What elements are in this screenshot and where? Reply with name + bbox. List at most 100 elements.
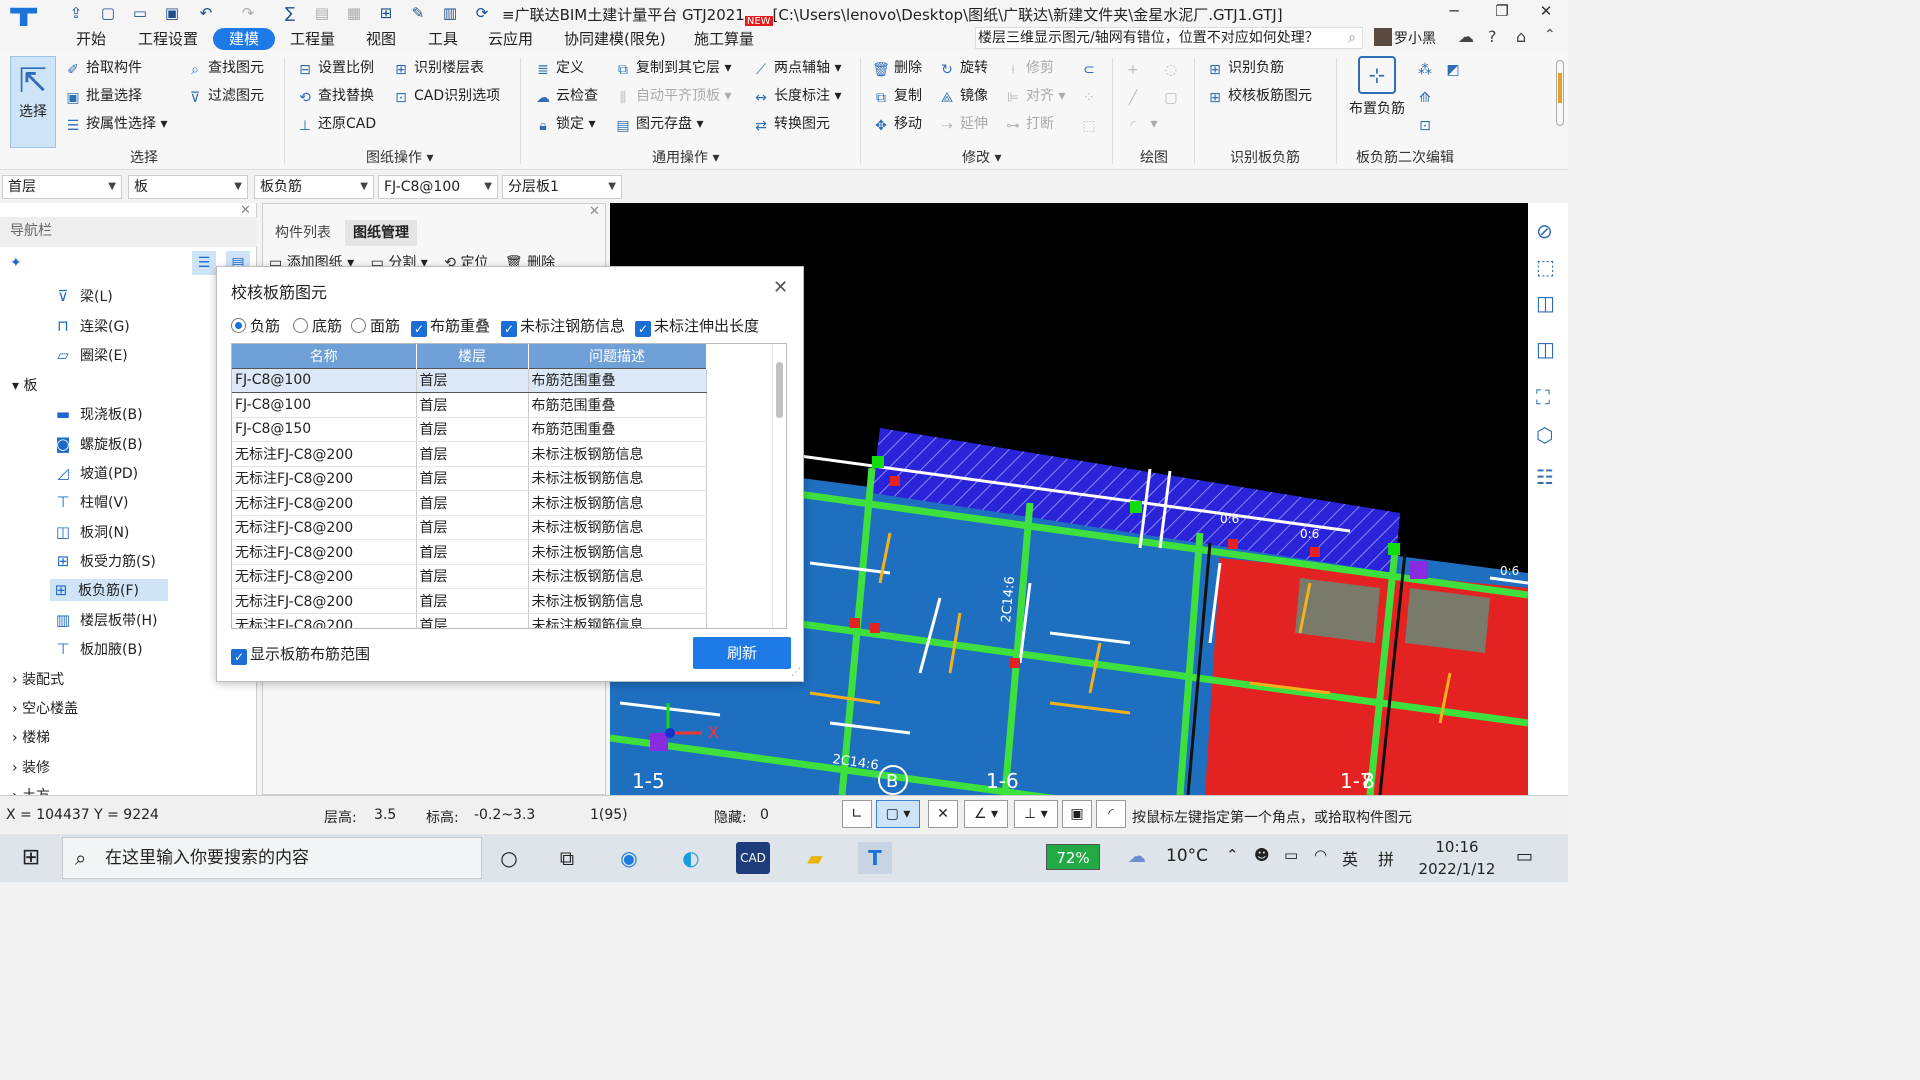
- check-missing-length[interactable]: ✓ 未标注伸出长度: [635, 315, 759, 337]
- sync-icon[interactable]: ⟳: [472, 3, 492, 23]
- 3d-view-icon[interactable]: ⬚: [1536, 255, 1555, 279]
- nav-item-cast-slab[interactable]: ▬ 现浇板(B): [52, 403, 143, 425]
- cad-options-button[interactable]: ⊡ CAD识别选项: [392, 85, 500, 107]
- avatar[interactable]: [1374, 28, 1392, 46]
- collapse-ribbon-icon[interactable]: ⌃: [1544, 27, 1556, 43]
- edge-icon[interactable]: ◉: [612, 842, 646, 874]
- windows-start-icon[interactable]: ⊞: [14, 842, 48, 874]
- table-row[interactable]: 无标注FJ-C8@200 首层 未标注板钢筋信息: [232, 515, 707, 540]
- table-row[interactable]: FJ-C8@100 首层 布筋范围重叠: [232, 392, 707, 418]
- locate-button[interactable]: ⟲ 定位: [444, 255, 488, 266]
- check-missing-info[interactable]: ✓ 未标注钢筋信息: [501, 315, 625, 337]
- table-row[interactable]: 无标注FJ-C8@200 首层 未标注板钢筋信息: [232, 441, 707, 467]
- tray-person-icon[interactable]: ☻: [1254, 846, 1270, 864]
- restore-cad-button[interactable]: ⊥ 还原CAD: [296, 113, 376, 135]
- undo-icon[interactable]: ↶: [196, 3, 216, 23]
- save-icon[interactable]: ▣: [162, 3, 182, 23]
- column-header-floor[interactable]: 楼层: [416, 344, 529, 368]
- nav-item-slab-neg-rebar[interactable]: ⊞ 板负筋(F): [50, 579, 168, 601]
- cad-app-icon[interactable]: CAD: [736, 842, 770, 874]
- mirror-button[interactable]: ⟁ 镜像: [938, 85, 988, 107]
- cloud-check-button[interactable]: ☁ 云检查: [534, 85, 598, 107]
- check-overlap[interactable]: ✓ 布筋重叠: [411, 315, 490, 337]
- table-row[interactable]: FJ-C8@150 首层 布筋范围重叠: [232, 417, 707, 442]
- battery-widget[interactable]: 72%: [1046, 844, 1100, 870]
- arc-toggle[interactable]: ◜: [1096, 800, 1126, 828]
- draw-rect-button[interactable]: ▢: [1162, 85, 1184, 107]
- draw-circle-button[interactable]: ◌: [1162, 57, 1184, 79]
- edit-icon-3[interactable]: ⟰: [1416, 85, 1438, 107]
- two-point-axis-button[interactable]: ⟋ 两点辅轴 ▾: [752, 57, 841, 79]
- delete-button[interactable]: 🗑︎ 删除: [872, 57, 922, 79]
- auto-align-top-button[interactable]: ⫼ 自动平齐顶板 ▾: [614, 85, 732, 107]
- ortho-toggle[interactable]: ∟: [842, 800, 872, 828]
- nav-group-slab[interactable]: ▾ 板: [12, 375, 37, 395]
- table-row[interactable]: FJ-C8@100 首层 布筋范围重叠: [232, 367, 707, 393]
- add-icon[interactable]: ✦: [10, 255, 22, 271]
- fit-view-icon[interactable]: ⛶: [1536, 385, 1550, 409]
- layer-cube-icon[interactable]: ◫: [1536, 337, 1555, 361]
- merge-button[interactable]: ⁘: [1080, 85, 1102, 107]
- menu-collab[interactable]: 协同建模(限免): [564, 28, 666, 50]
- table-row[interactable]: 无标注FJ-C8@200 首层 未标注板钢筋信息: [232, 613, 707, 628]
- radio-top-rebar[interactable]: 面筋: [351, 315, 400, 336]
- extend-button[interactable]: ⇢ 延伸: [938, 113, 988, 135]
- close-icon[interactable]: ✕: [589, 204, 600, 219]
- nav-group-stairs[interactable]: › 楼梯: [12, 727, 50, 747]
- delete-drawing-button[interactable]: 🗑︎ 删除: [505, 255, 555, 266]
- table-icon[interactable]: ▦: [344, 3, 364, 23]
- nav-group-prefab[interactable]: › 装配式: [12, 669, 64, 689]
- define-button[interactable]: ≣ 定义: [534, 57, 584, 79]
- pen-icon[interactable]: ✎: [408, 3, 428, 23]
- nav-item-slab-haunch[interactable]: ⊤ 板加腋(B): [52, 638, 142, 660]
- help-search-input[interactable]: 楼层三维显示图元/轴网有错位，位置不对应如何处理？ ⌕: [975, 27, 1363, 49]
- place-neg-rebar-button[interactable]: ⊹ 布置负筋: [1346, 56, 1408, 126]
- draw-point-button[interactable]: +: [1124, 57, 1146, 79]
- redo-icon[interactable]: ↷: [238, 3, 258, 23]
- minimize-button[interactable]: ─: [1442, 2, 1466, 24]
- task-view-icon[interactable]: ⧉: [550, 842, 584, 874]
- break-button[interactable]: ⊶ 打断: [1004, 113, 1054, 135]
- convert-element-button[interactable]: ⇄ 转换图元: [752, 113, 830, 135]
- chat-icon[interactable]: ☁: [1458, 27, 1474, 46]
- check-show-range[interactable]: ✓ 显示板筋布筋范围: [231, 643, 370, 665]
- display-toggle[interactable]: ▣: [1062, 800, 1092, 828]
- new-file-icon[interactable]: ▢: [98, 3, 118, 23]
- copy-to-floor-button[interactable]: ⧉ 复制到其它层 ▾: [614, 57, 731, 79]
- clock-time[interactable]: 10:16: [1422, 838, 1492, 856]
- ribbon-scroll[interactable]: [1556, 60, 1564, 126]
- check-slab-rebar-button[interactable]: ⊞ 校核板筋图元: [1206, 85, 1312, 107]
- edit-icon-4[interactable]: ⊡: [1416, 113, 1438, 135]
- angle-toggle[interactable]: ∠ ▾: [964, 800, 1008, 828]
- menu-tools[interactable]: 工具: [428, 28, 458, 50]
- pick-component-button[interactable]: ✐ 拾取构件: [64, 57, 142, 79]
- upload-icon[interactable]: ⇪: [66, 3, 86, 23]
- nav-item-column-cap[interactable]: ⊤ 柱帽(V): [52, 491, 128, 513]
- report-icon[interactable]: ▤: [312, 3, 332, 23]
- select-by-attr-button[interactable]: ☰ 按属性选择 ▾: [64, 113, 168, 135]
- set-scale-button[interactable]: ⊟ 设置比例: [296, 57, 374, 79]
- close-icon[interactable]: ✕: [240, 203, 251, 218]
- snap-toggle[interactable]: ▢ ▾: [876, 800, 920, 828]
- wifi-icon[interactable]: ◠: [1314, 846, 1327, 864]
- floor-select[interactable]: 首层 ▼: [2, 175, 122, 199]
- offset-button[interactable]: ⊂: [1080, 57, 1102, 79]
- radio-bottom-rebar[interactable]: 底筋: [293, 315, 342, 336]
- nav-item-spiral-slab[interactable]: ◙ 螺旋板(B): [52, 433, 143, 455]
- tab-drawing-manager[interactable]: 图纸管理: [345, 220, 417, 246]
- skin-icon[interactable]: ⌂: [1516, 27, 1526, 46]
- grid-edit-icon[interactable]: ⊞: [376, 3, 396, 23]
- file-explorer-icon[interactable]: ▰: [798, 842, 832, 874]
- category-select[interactable]: 板 ▼: [128, 175, 248, 199]
- lock-button[interactable]: 🔒︎ 锁定 ▾: [534, 113, 595, 135]
- refresh-button[interactable]: 刷新: [693, 637, 791, 669]
- nav-item-beam[interactable]: ⊽ 梁(L): [52, 285, 113, 307]
- menu-view[interactable]: 视图: [366, 28, 396, 50]
- nav-item-ramp[interactable]: ◿ 坡道(PD): [52, 462, 138, 484]
- formula-icon[interactable]: ∑: [280, 3, 300, 23]
- close-icon[interactable]: ✕: [773, 277, 788, 298]
- issues-table[interactable]: 名称 楼层 问题描述 FJ-C8@100 首层 布筋范围重叠 FJ-C8@100 首层布…: [231, 343, 787, 629]
- table-row[interactable]: 无标注FJ-C8@200 首层 未标注板钢筋信息: [232, 490, 707, 516]
- cross-toggle[interactable]: ✕: [928, 800, 958, 828]
- menu-modeling[interactable]: 建模: [213, 28, 276, 50]
